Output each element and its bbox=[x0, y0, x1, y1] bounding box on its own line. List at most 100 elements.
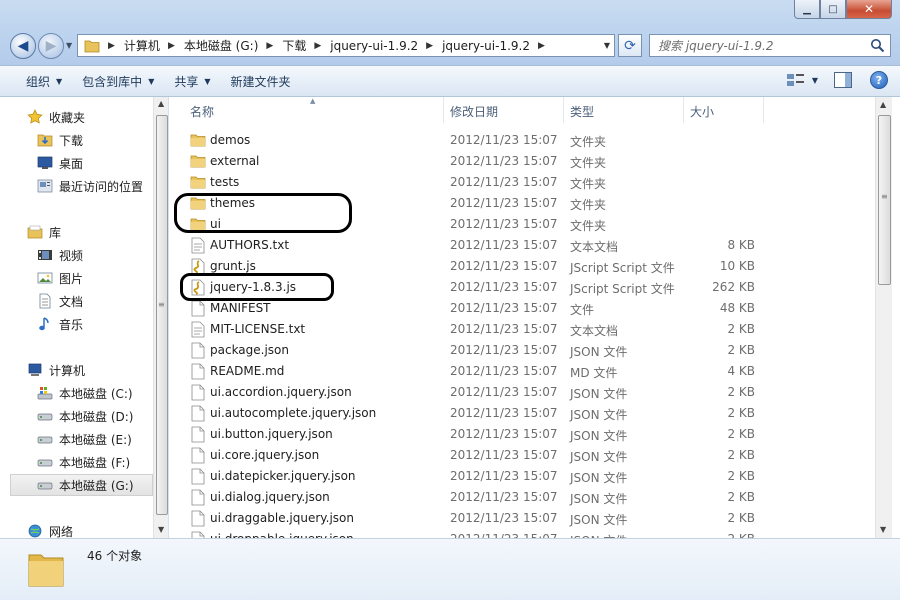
nav-library-label: 库 bbox=[49, 225, 62, 240]
file-row[interactable]: ui.dialog.jquery.json 2012/11/23 15:07 JSO… bbox=[170, 487, 875, 508]
file-name: ui.datepicker.jquery.json bbox=[210, 469, 356, 483]
highlight-callout bbox=[180, 273, 334, 301]
nav-favorites-label: 收藏夹 bbox=[49, 110, 86, 125]
breadcrumb-separator[interactable]: ▶ bbox=[538, 41, 545, 51]
file-row[interactable]: ui.droppable.jquery.json2012/11/23 15:07… bbox=[170, 529, 875, 538]
column-header-date[interactable]: 修改日期 bbox=[450, 103, 498, 120]
close-button[interactable]: ✕ bbox=[846, 0, 892, 19]
file-row[interactable]: MANIFEST 2012/11/23 15:07 文件 48 KB bbox=[170, 298, 875, 319]
file-row[interactable]: ui.datepicker.jquery.json 2012/11/23 15:0… bbox=[170, 466, 875, 487]
command-bar: 组织 ▼ 包含到库中 ▼ 共享 ▼ 新建文件夹 ▼ ? bbox=[0, 66, 900, 97]
file-row[interactable]: AUTHORS.txt 2012/11/23 15:07 文本文档 8 KB bbox=[170, 235, 875, 256]
scroll-thumb[interactable] bbox=[156, 115, 168, 515]
scroll-up-arrow[interactable]: ▲ bbox=[158, 99, 164, 108]
nav-item-pictures[interactable]: 图片 bbox=[36, 267, 168, 289]
nav-item-drive-e[interactable]: 本地磁盘 (E:) bbox=[36, 428, 168, 450]
breadcrumb-item[interactable]: jquery-ui-1.9.2 bbox=[442, 39, 530, 53]
breadcrumb-separator[interactable]: ▶ bbox=[168, 41, 175, 51]
nav-item-drive-d[interactable]: 本地磁盘 (D:) bbox=[36, 405, 168, 427]
nav-scrollbar[interactable]: ▲ ≡ ▼ bbox=[153, 97, 168, 538]
file-list-scrollbar[interactable]: ▲ ≡ ▼ bbox=[875, 97, 892, 538]
new-folder-button[interactable]: 新建文件夹 bbox=[231, 73, 291, 90]
view-options-icon[interactable] bbox=[786, 72, 806, 88]
minimize-button[interactable]: ▁ bbox=[794, 0, 820, 19]
refresh-button[interactable]: ⟳ bbox=[618, 34, 642, 57]
nav-item-drive-c[interactable]: 本地磁盘 (C:) bbox=[36, 382, 168, 404]
breadcrumb-separator[interactable]: ▶ bbox=[426, 41, 433, 51]
nav-item-videos[interactable]: 视频 bbox=[36, 244, 168, 266]
breadcrumb-item[interactable]: jquery-ui-1.9.2 bbox=[330, 39, 418, 53]
breadcrumb-separator[interactable]: ▶ bbox=[108, 41, 115, 51]
file-type: MD 文件 bbox=[570, 366, 618, 380]
nav-item-drive-g[interactable]: 本地磁盘 (G:) bbox=[10, 474, 153, 496]
file-row[interactable]: README.md 2012/11/23 15:07 MD 文件 4 KB bbox=[170, 361, 875, 382]
include-in-library-menu[interactable]: 包含到库中 ▼ bbox=[82, 73, 154, 90]
forward-button[interactable]: ▶ bbox=[38, 33, 64, 59]
nav-network[interactable]: 网络 bbox=[26, 520, 168, 538]
column-divider[interactable] bbox=[683, 97, 684, 123]
address-history-dropdown[interactable]: ▼ bbox=[604, 41, 610, 50]
maximize-button[interactable]: □ bbox=[820, 0, 846, 19]
nav-computer[interactable]: 计算机 bbox=[26, 359, 168, 381]
nav-favorites[interactable]: 收藏夹 bbox=[26, 106, 168, 128]
help-icon[interactable]: ? bbox=[870, 71, 888, 89]
search-box[interactable] bbox=[649, 34, 891, 57]
nav-item-documents[interactable]: 文档 bbox=[36, 290, 168, 312]
search-icon[interactable] bbox=[870, 38, 885, 53]
search-input[interactable] bbox=[658, 38, 868, 53]
nav-item-desktop[interactable]: 桌面 bbox=[36, 152, 168, 174]
nav-item-downloads[interactable]: 下载 bbox=[36, 129, 168, 151]
recent-pages-dropdown[interactable]: ▼ bbox=[66, 41, 72, 50]
file-size: 2 KB bbox=[727, 511, 755, 525]
breadcrumb-separator[interactable]: ▶ bbox=[266, 41, 273, 51]
breadcrumb-item[interactable]: 本地磁盘 (G:) bbox=[184, 37, 259, 54]
file-row[interactable]: MIT-LICENSE.txt 2012/11/23 15:07 文本文档 2 KB bbox=[170, 319, 875, 340]
file-row[interactable]: external 2012/11/23 15:07 文件夹 bbox=[170, 151, 875, 172]
column-header-type[interactable]: 类型 bbox=[570, 103, 594, 120]
column-header-name[interactable]: 名称 bbox=[190, 103, 214, 120]
file-type: JSON 文件 bbox=[570, 513, 628, 527]
column-divider[interactable] bbox=[563, 97, 564, 123]
scroll-down-arrow[interactable]: ▼ bbox=[158, 525, 164, 534]
sort-ascending-icon: ▲ bbox=[310, 97, 316, 105]
file-row[interactable]: ui.accordion.jquery.json 2012/11/23 15:07… bbox=[170, 382, 875, 403]
column-divider[interactable] bbox=[443, 97, 444, 123]
file-row[interactable]: package.json 2012/11/23 15:07 JSON 文件 2 KB bbox=[170, 340, 875, 361]
breadcrumb-item[interactable]: 计算机 bbox=[124, 37, 160, 54]
file-date: 2012/11/23 15:07 bbox=[450, 343, 558, 357]
scroll-up-arrow[interactable]: ▲ bbox=[880, 100, 886, 109]
recent-places-icon bbox=[36, 178, 54, 194]
nav-item-label: 本地磁盘 (C:) bbox=[59, 386, 133, 401]
address-bar[interactable]: ▶ 计算机 ▶ 本地磁盘 (G:) ▶ 下载 ▶ jquery-ui-1.9.2 ▶ jquer… bbox=[77, 34, 615, 57]
system-drive-icon bbox=[36, 385, 54, 401]
hard-drive-icon bbox=[36, 408, 54, 424]
nav-item-recent-places[interactable]: 最近访问的位置 bbox=[36, 175, 168, 197]
nav-item-music[interactable]: 音乐 bbox=[36, 313, 168, 335]
file-row[interactable]: ui.draggable.jquery.json 2012/11/23 15:07… bbox=[170, 508, 875, 529]
file-type: JScript Script 文件 bbox=[570, 282, 675, 296]
share-label: 共享 bbox=[174, 74, 199, 89]
file-size: 4 KB bbox=[727, 364, 755, 378]
file-row[interactable]: tests 2012/11/23 15:07 文件夹 bbox=[170, 172, 875, 193]
breadcrumb-separator[interactable]: ▶ bbox=[314, 41, 321, 51]
nav-library[interactable]: 库 bbox=[26, 221, 168, 243]
column-divider[interactable] bbox=[763, 97, 764, 123]
file-row[interactable]: ui.core.jquery.json 2012/11/23 15:07 JSON … bbox=[170, 445, 875, 466]
preview-pane-icon[interactable] bbox=[834, 72, 852, 88]
file-row[interactable]: ui.button.jquery.json 2012/11/23 15:07 JSO… bbox=[170, 424, 875, 445]
file-size: 2 KB bbox=[727, 343, 755, 357]
window-controls: ▁ □ ✕ bbox=[794, 0, 892, 19]
file-date: 2012/11/23 15:07 bbox=[450, 490, 558, 504]
back-button[interactable]: ◀ bbox=[10, 33, 36, 59]
file-type: 文件夹 bbox=[570, 198, 607, 212]
share-menu[interactable]: 共享 ▼ bbox=[174, 73, 210, 90]
view-dropdown[interactable]: ▼ bbox=[812, 76, 818, 85]
column-header-size[interactable]: 大小 bbox=[690, 103, 714, 120]
scroll-down-arrow[interactable]: ▼ bbox=[880, 525, 886, 534]
file-row[interactable]: ui.autocomplete.jquery.json 2012/11/23 15… bbox=[170, 403, 875, 424]
chevron-down-icon: ▼ bbox=[56, 76, 63, 86]
nav-item-drive-f[interactable]: 本地磁盘 (F:) bbox=[36, 451, 168, 473]
breadcrumb-item[interactable]: 下载 bbox=[282, 37, 306, 54]
file-row[interactable]: demos 2012/11/23 15:07 文件夹 bbox=[170, 130, 875, 151]
organize-menu[interactable]: 组织 ▼ bbox=[26, 73, 62, 90]
